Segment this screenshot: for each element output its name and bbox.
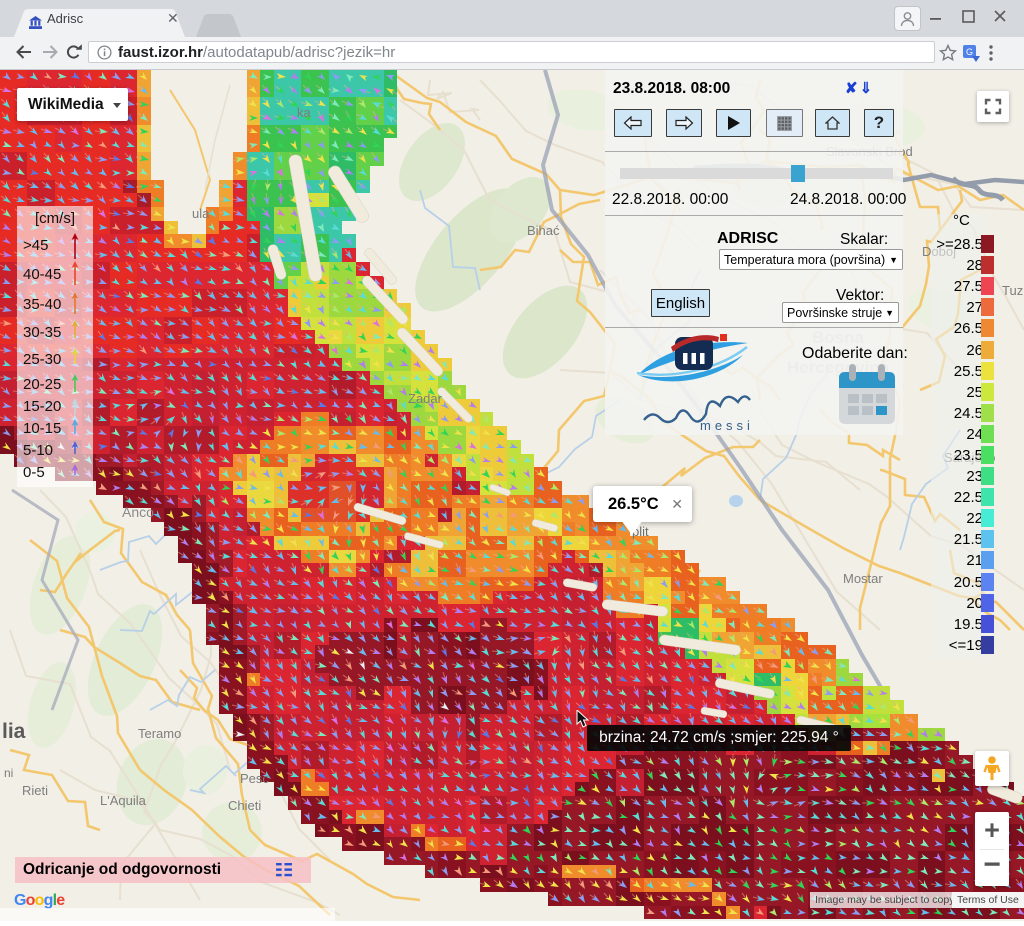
- svg-text:Chieti: Chieti: [228, 798, 261, 813]
- svg-text:Teramo: Teramo: [138, 726, 181, 741]
- svg-text:Tuzla: Tuzla: [1002, 283, 1024, 298]
- svg-text:ula: ula: [192, 206, 210, 221]
- svg-text:Bihać: Bihać: [527, 223, 560, 238]
- svg-text:ka: ka: [297, 105, 312, 120]
- svg-text:Rieti: Rieti: [22, 783, 48, 798]
- svg-text:Pesc: Pesc: [240, 771, 269, 786]
- svg-text:ni: ni: [4, 766, 13, 780]
- svg-text:Zadar: Zadar: [408, 391, 443, 406]
- svg-text:lia: lia: [2, 720, 26, 743]
- svg-text:messi: messi: [700, 418, 754, 432]
- svg-text:Anco: Anco: [122, 504, 154, 520]
- svg-text:Mostar: Mostar: [843, 571, 883, 586]
- svg-text:L'Aquila: L'Aquila: [100, 793, 147, 808]
